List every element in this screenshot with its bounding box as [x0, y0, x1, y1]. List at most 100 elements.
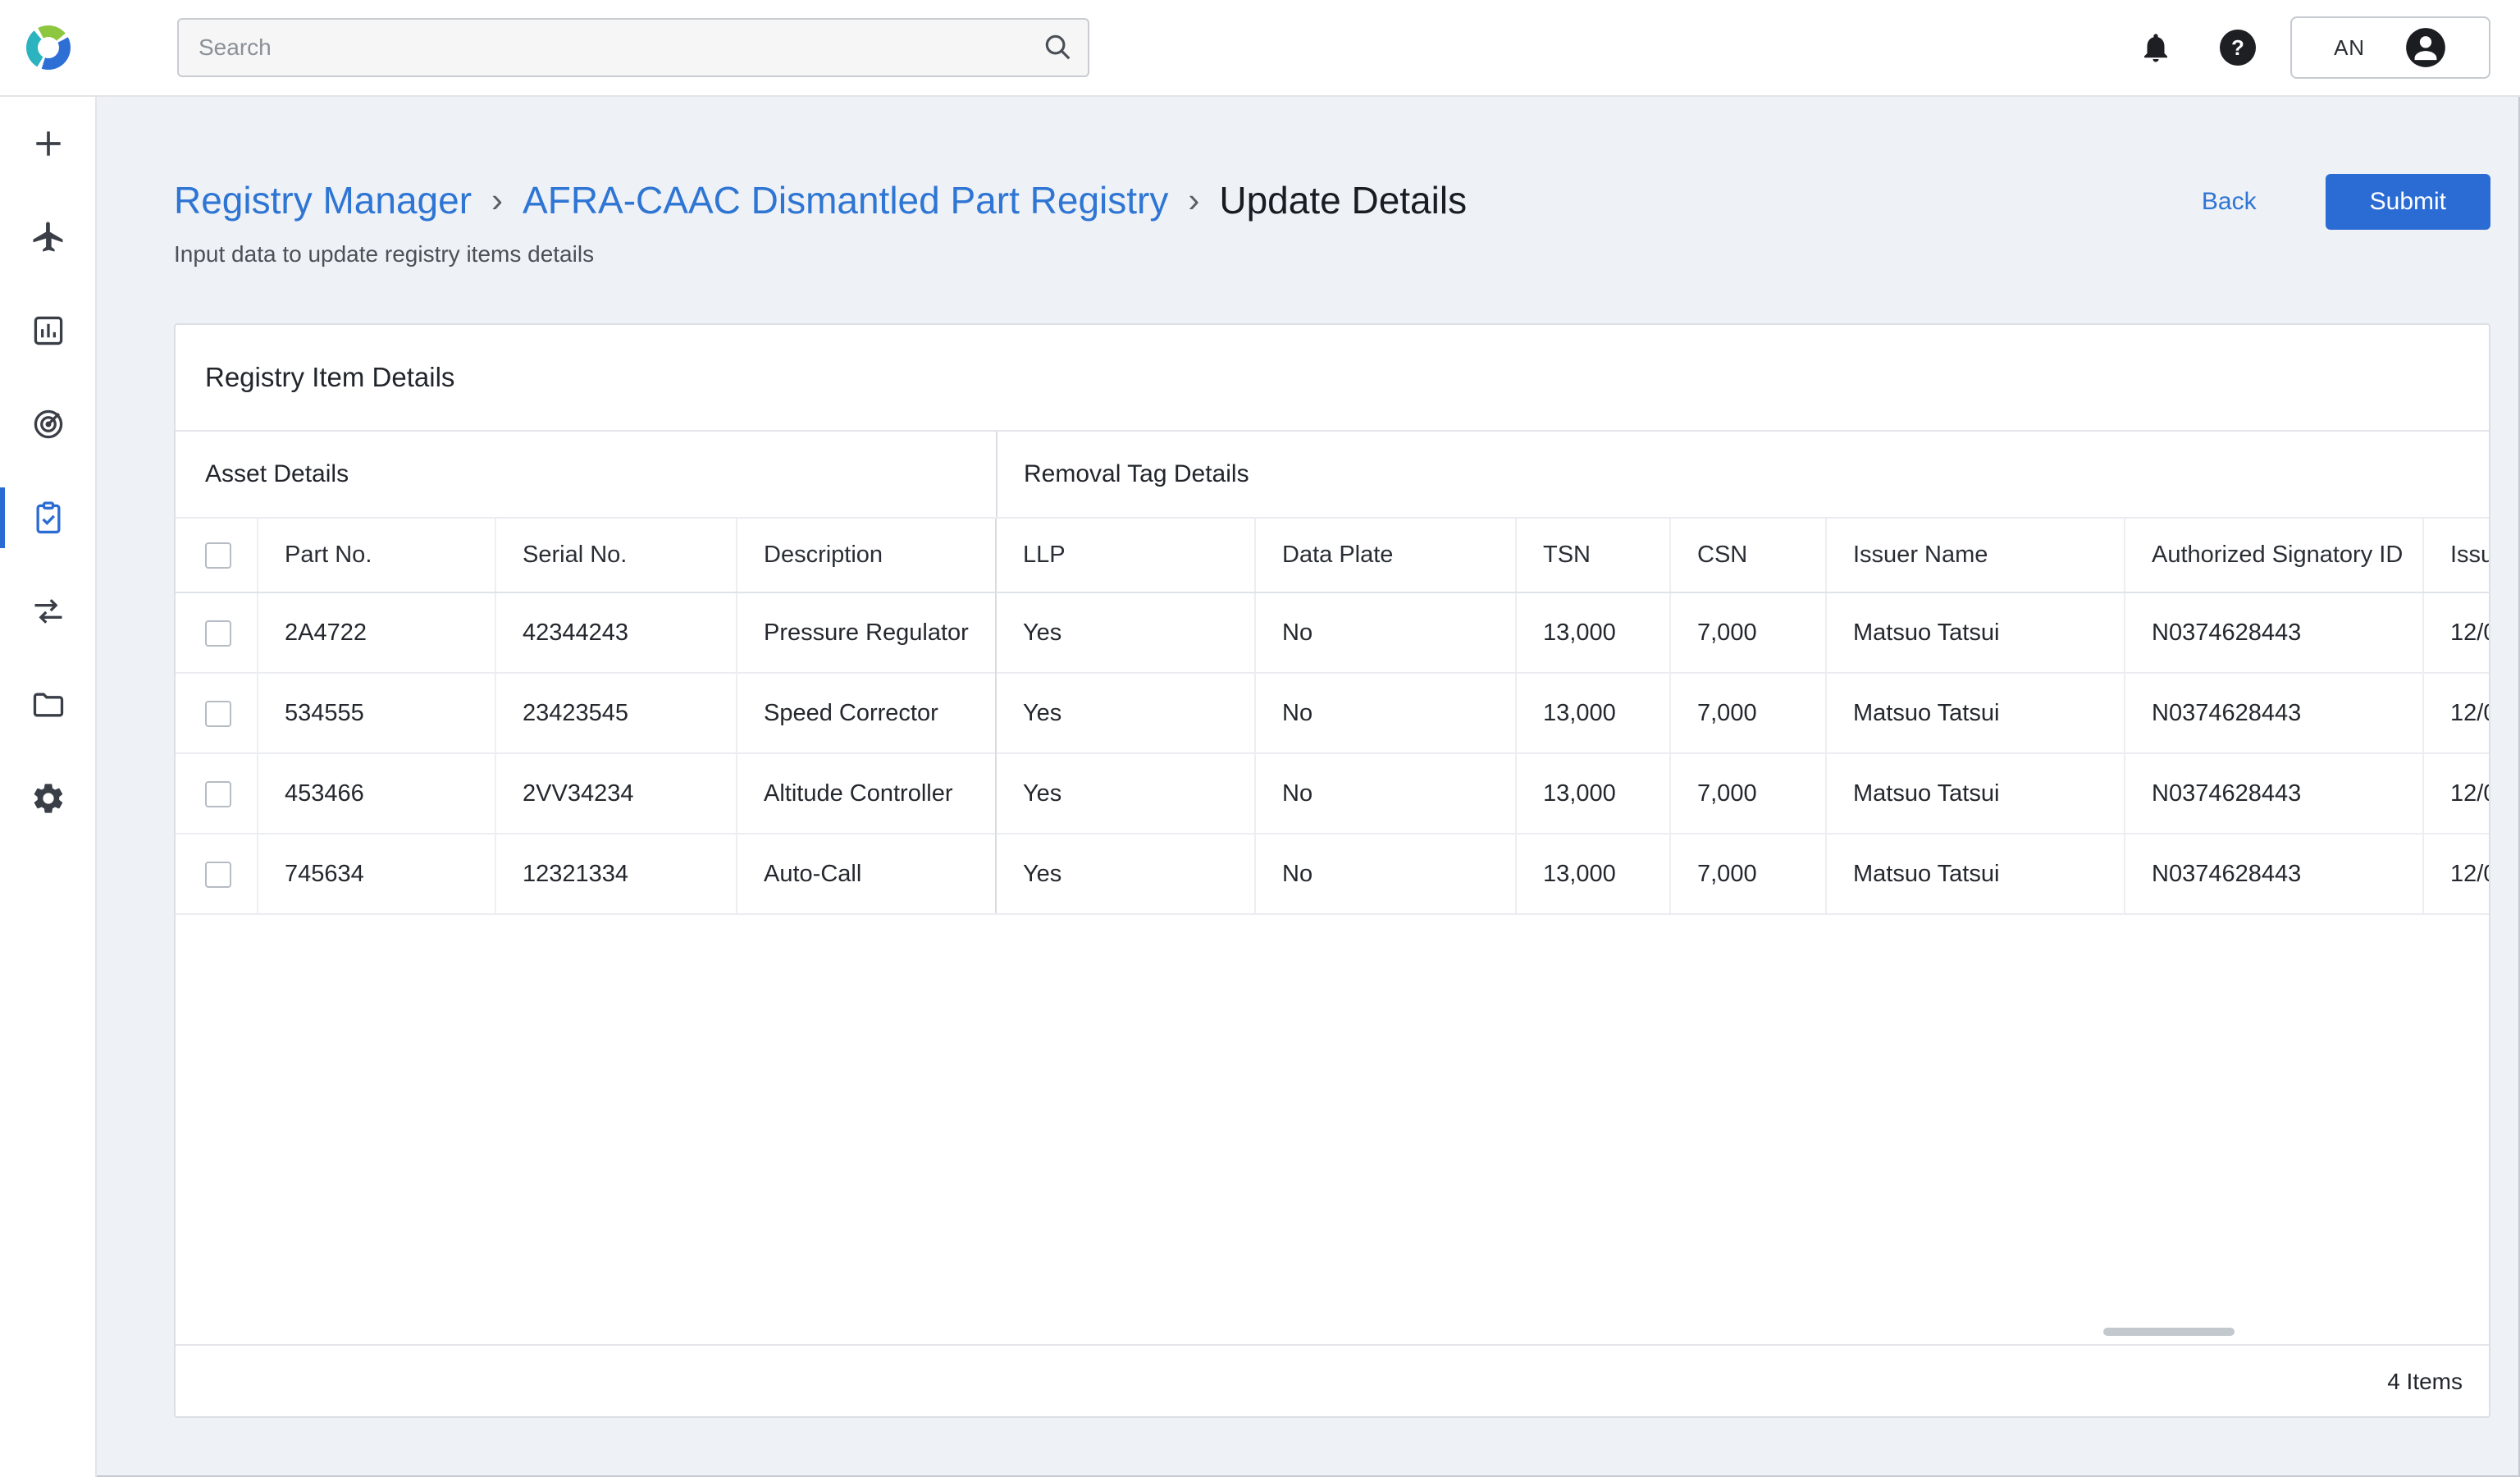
page-header: Registry Manager › AFRA-CAAC Dismantled …: [174, 174, 2490, 268]
cell-description: Auto-Call: [736, 833, 996, 915]
cell-issue-date: 12/0: [2422, 592, 2489, 673]
sidebar-item-add[interactable]: [0, 97, 97, 190]
cell-llp: Yes: [995, 752, 1255, 834]
table-header-row: Part No. Serial No. Description LLP Data Pla…: [176, 519, 2489, 593]
table-row: 534555 23423545 Speed Corrector Yes No 13,000…: [176, 672, 2489, 753]
column-header-tsn: TSN: [1515, 519, 1670, 593]
table-group-header-row: Asset Details Removal Tag Details: [176, 432, 2489, 519]
breadcrumb-link-registry-manager[interactable]: Registry Manager: [174, 174, 472, 226]
transfer-arrows-icon: [34, 599, 62, 624]
row-select-cell: [176, 833, 258, 915]
user-initials: AN: [2334, 34, 2365, 60]
breadcrumb: Registry Manager › AFRA-CAAC Dismantled …: [174, 174, 1467, 226]
page-subtitle: Input data to update registry items deta…: [174, 241, 595, 267]
cell-authorized-signatory-id: N0374628443: [2124, 592, 2423, 673]
cell-tsn: 13,000: [1515, 592, 1670, 673]
table-row: 2A4722 42344243 Pressure Regulator Yes No 13,…: [176, 592, 2489, 673]
cell-part-no: 2A4722: [257, 592, 495, 673]
cell-issuer-name: Matsuo Tatsui: [1825, 592, 2125, 673]
cell-tsn: 13,000: [1515, 672, 1670, 753]
app-logo[interactable]: [0, 25, 97, 70]
cell-llp: Yes: [995, 672, 1255, 753]
column-header-llp: LLP: [995, 519, 1255, 593]
row-select-cell: [176, 592, 258, 673]
breadcrumb-link-dismantled-part-registry[interactable]: AFRA-CAAC Dismantled Part Registry: [523, 174, 1168, 226]
submit-button[interactable]: Submit: [2325, 174, 2490, 230]
airplane-icon: [33, 222, 63, 252]
back-link[interactable]: Back: [2202, 174, 2257, 230]
notifications-button[interactable]: [2136, 28, 2175, 67]
main-content: Registry Manager › AFRA-CAAC Dismantled …: [98, 97, 2520, 1477]
cell-serial-no: 2VV34234: [495, 752, 737, 834]
column-header-serial-no: Serial No.: [495, 519, 737, 593]
cell-authorized-signatory-id: N0374628443: [2124, 672, 2423, 753]
sidebar-item-settings[interactable]: [0, 752, 97, 845]
topbar-right: ? AN: [2136, 16, 2520, 79]
cell-issuer-name: Matsuo Tatsui: [1825, 752, 2125, 834]
registry-items-table: Part No. Serial No. Description LLP Data Pla…: [176, 519, 2489, 915]
cell-issuer-name: Matsuo Tatsui: [1825, 672, 2125, 753]
registry-item-details-card: Registry Item Details Asset Details Remo…: [174, 323, 2490, 1418]
sidebar-item-files[interactable]: [0, 658, 97, 752]
cell-authorized-signatory-id: N0374628443: [2124, 752, 2423, 834]
search-input[interactable]: [177, 18, 1089, 77]
cell-serial-no: 12321334: [495, 833, 737, 915]
clipboard-check-icon: [36, 501, 61, 534]
sidebar-item-aircraft[interactable]: [0, 190, 97, 284]
horizontal-scrollbar-thumb[interactable]: [2103, 1328, 2235, 1336]
items-count: 4 Items: [2387, 1369, 2463, 1394]
topbar: ? AN: [0, 0, 2520, 97]
sidebar-item-registry[interactable]: [0, 471, 97, 565]
global-search: [177, 18, 1089, 77]
cell-data-plate: No: [1254, 592, 1516, 673]
app-window: ? AN: [0, 0, 2520, 1477]
cell-data-plate: No: [1254, 672, 1516, 753]
sidebar-item-transfers[interactable]: [0, 565, 97, 658]
cell-tsn: 13,000: [1515, 833, 1670, 915]
bar-chart-icon: [34, 316, 63, 345]
row-checkbox[interactable]: [205, 700, 231, 727]
cell-part-no: 453466: [257, 752, 495, 834]
sidebar-item-analytics[interactable]: [0, 284, 97, 377]
cell-description: Pressure Regulator: [736, 592, 996, 673]
bell-icon: [2144, 34, 2167, 62]
cell-csn: 7,000: [1669, 672, 1826, 753]
breadcrumb-separator: ›: [491, 181, 504, 219]
cell-authorized-signatory-id: N0374628443: [2124, 833, 2423, 915]
breadcrumb-separator: ›: [1188, 181, 1200, 219]
cell-part-no: 745634: [257, 833, 495, 915]
table-row: 453466 2VV34234 Altitude Controller Yes No 13…: [176, 752, 2489, 834]
user-menu-button[interactable]: AN: [2290, 16, 2490, 79]
card-title: Registry Item Details: [176, 325, 2489, 432]
breadcrumb-current-update-details: Update Details: [1219, 179, 1468, 222]
cell-issue-date: 12/0: [2422, 672, 2489, 753]
page-heading-block: Registry Manager › AFRA-CAAC Dismantled …: [174, 174, 1467, 268]
cell-issue-date: 12/0: [2422, 752, 2489, 834]
row-select-cell: [176, 752, 258, 834]
column-header-part-no: Part No.: [257, 519, 495, 593]
cell-csn: 7,000: [1669, 592, 1826, 673]
cell-data-plate: No: [1254, 752, 1516, 834]
cell-description: Altitude Controller: [736, 752, 996, 834]
user-avatar-icon: [2406, 28, 2445, 67]
select-all-checkbox[interactable]: [205, 542, 231, 569]
row-checkbox[interactable]: [205, 861, 231, 888]
cell-issuer-name: Matsuo Tatsui: [1825, 833, 2125, 915]
row-checkbox[interactable]: [205, 780, 231, 807]
cell-description: Speed Corrector: [736, 672, 996, 753]
column-header-authorized-signatory-id: Authorized Signatory ID: [2124, 519, 2423, 593]
card-footer: 4 Items: [176, 1346, 2489, 1418]
sidebar-item-tracking[interactable]: [0, 377, 97, 471]
cell-serial-no: 23423545: [495, 672, 737, 753]
cell-issue-date: 12/0: [2422, 833, 2489, 915]
column-header-csn: CSN: [1669, 519, 1826, 593]
cell-tsn: 13,000: [1515, 752, 1670, 834]
header-actions: Back Submit: [2202, 174, 2490, 230]
gear-icon: [34, 784, 63, 813]
plus-icon: [36, 131, 61, 156]
help-button[interactable]: ?: [2218, 28, 2258, 67]
row-select-cell: [176, 672, 258, 753]
group-header-asset-details: Asset Details: [205, 460, 349, 487]
row-checkbox[interactable]: [205, 620, 231, 647]
cell-llp: Yes: [995, 592, 1255, 673]
